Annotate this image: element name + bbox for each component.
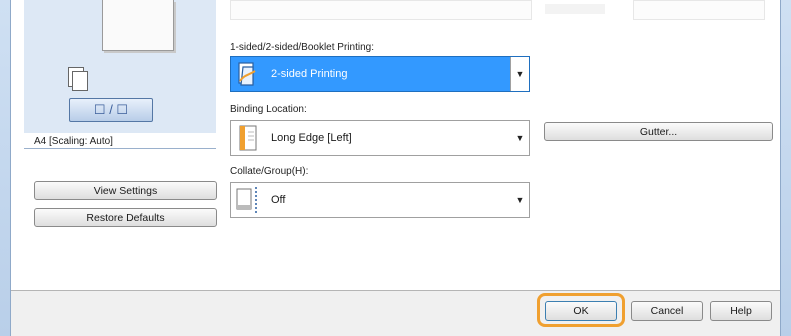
- chevron-down-icon[interactable]: ▼: [511, 195, 529, 205]
- binding-location-label: Binding Location:: [230, 104, 307, 115]
- window-border-right: [780, 0, 791, 336]
- duplex-icon: ☐ / ☐: [93, 102, 129, 117]
- duplex-document-icon: [233, 59, 263, 89]
- help-button[interactable]: Help: [710, 301, 772, 321]
- binding-location-value: Long Edge [Left]: [271, 132, 352, 144]
- sided-printing-label: 1-sided/2-sided/Booklet Printing:: [230, 42, 374, 53]
- faded-combo-top: [230, 0, 532, 20]
- sided-printing-select[interactable]: 2-sided Printing ▼: [230, 56, 530, 92]
- binding-edge-icon: [233, 123, 263, 153]
- gutter-button[interactable]: Gutter...: [544, 122, 773, 141]
- page-preview-pane: ☐ / ☐: [24, 0, 216, 133]
- preview-caption: A4 [Scaling: Auto]: [34, 136, 113, 147]
- collate-label: Collate/Group(H):: [230, 166, 309, 177]
- faded-controls-top-right: [545, 0, 775, 20]
- window-border-left: [0, 0, 11, 336]
- paper-preview: [102, 0, 174, 51]
- collate-off-icon: [233, 185, 263, 215]
- restore-defaults-button[interactable]: Restore Defaults: [34, 208, 217, 227]
- duplex-preview-button[interactable]: ☐ / ☐: [69, 98, 153, 122]
- collate-value: Off: [271, 194, 286, 206]
- cancel-button[interactable]: Cancel: [631, 301, 703, 321]
- divider: [24, 148, 216, 149]
- view-settings-button[interactable]: View Settings: [34, 181, 217, 200]
- chevron-down-icon[interactable]: ▼: [510, 57, 529, 91]
- print-settings-dialog: ☐ / ☐ A4 [Scaling: Auto] View Settings R…: [0, 0, 791, 336]
- pages-icon: [68, 67, 88, 93]
- ok-button[interactable]: OK: [545, 301, 617, 321]
- sided-printing-value: 2-sided Printing: [271, 68, 348, 80]
- binding-location-select[interactable]: Long Edge [Left] ▼: [230, 120, 530, 156]
- collate-select[interactable]: Off ▼: [230, 182, 530, 218]
- chevron-down-icon[interactable]: ▼: [511, 133, 529, 143]
